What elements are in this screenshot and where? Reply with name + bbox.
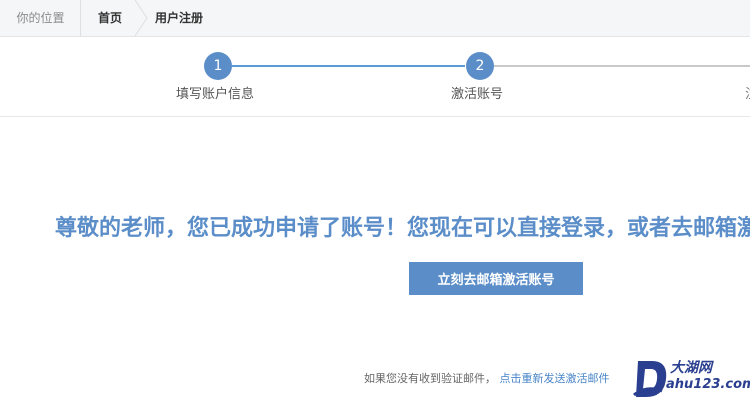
breadcrumb: 你的位置 首页 用户注册 — [0, 0, 750, 37]
chevron-right-icon — [134, 0, 148, 36]
success-message: 尊敬的老师，您已成功申请了账号！您现在可以直接登录，或者去邮箱激活账号 — [55, 216, 750, 241]
step-2-label: 激活账号 — [451, 87, 504, 102]
registration-steps: 1 填写账户信息 2 激活账号 注 — [0, 37, 750, 117]
resend-hint: 如果您没有收到验证邮件， 点击重新发送激活邮件 — [364, 370, 610, 386]
registration-page: 你的位置 首页 用户注册 1 填写账户信息 2 激活账号 注 尊敬的老师，您已成… — [0, 0, 750, 400]
resend-activation-link[interactable]: 点击重新发送激活邮件 — [500, 372, 610, 385]
resend-hint-text: 如果您没有收到验证邮件， — [364, 372, 496, 385]
step-connector-pending — [494, 65, 750, 67]
step-1-circle: 1 — [204, 52, 232, 80]
breadcrumb-label: 你的位置 — [16, 11, 65, 25]
watermark-logo: 大湖网 ahu123.com — [632, 355, 750, 400]
step-1-label: 填写账户信息 — [176, 87, 255, 102]
step-connector-completed — [232, 65, 465, 67]
step-3-label: 注 — [745, 83, 750, 102]
breadcrumb-home-link[interactable]: 首页 — [81, 0, 139, 36]
activate-email-button[interactable]: 立刻去邮箱激活账号 — [409, 262, 583, 295]
watermark-cn: 大湖网 — [670, 360, 712, 376]
step-2-circle: 2 — [466, 52, 494, 80]
breadcrumb-current: 用户注册 — [155, 11, 204, 25]
watermark-en: ahu123.com — [666, 377, 750, 392]
